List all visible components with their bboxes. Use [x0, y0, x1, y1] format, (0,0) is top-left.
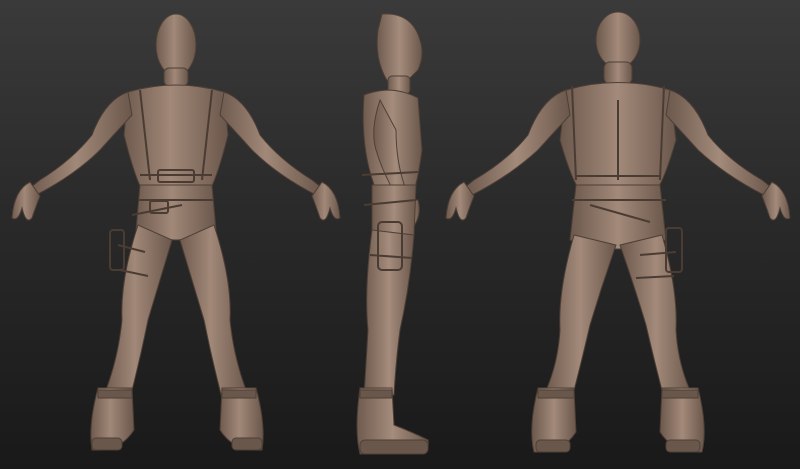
sculpt-figure-side-icon	[330, 0, 450, 469]
sculpt-figure-back-icon	[440, 0, 800, 469]
sculpt-figure-front-icon	[0, 0, 355, 469]
render-viewport	[0, 0, 800, 469]
